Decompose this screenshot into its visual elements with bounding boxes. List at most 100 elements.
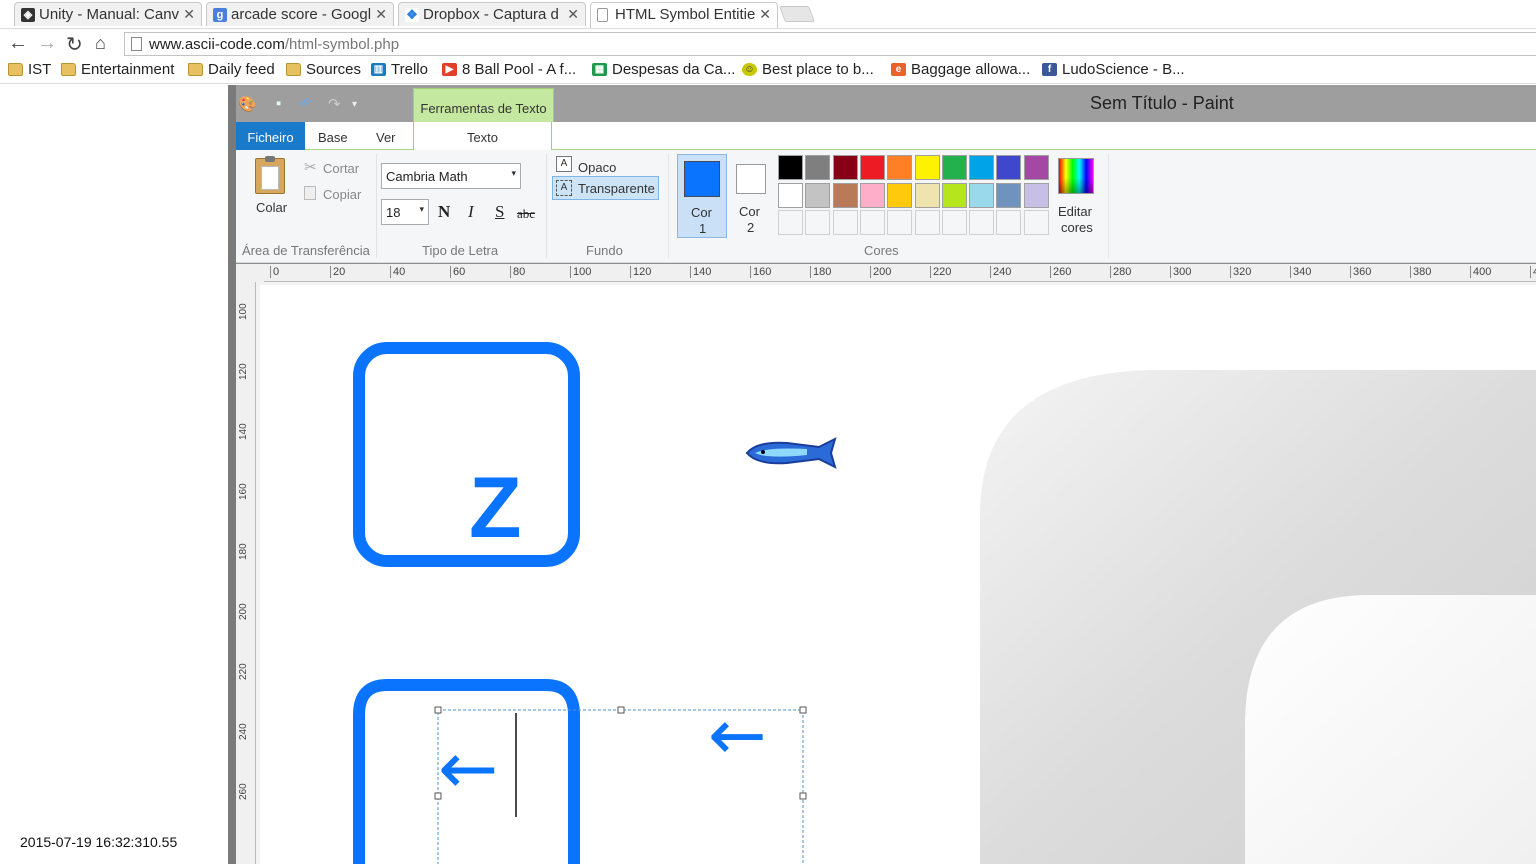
reload-icon[interactable]: ↻ [66, 32, 83, 57]
undo-icon[interactable]: ↶ [300, 95, 313, 113]
color2-button[interactable]: Cor 2 [731, 154, 771, 238]
vertical-ruler: 100 120 140 160 180 200 220 240 260 [236, 282, 256, 864]
transparent-option[interactable]: A Transparente [552, 176, 659, 200]
bookmark-ludoscience[interactable]: f LudoScience - B... [1042, 61, 1185, 78]
palette-swatch[interactable] [859, 210, 885, 235]
bookmark-baggage[interactable]: e Baggage allowa... [891, 61, 1030, 78]
palette-swatch[interactable] [914, 155, 940, 180]
palette-swatch[interactable] [832, 182, 858, 208]
palette-swatch[interactable] [969, 210, 995, 235]
google-icon: g [213, 8, 227, 22]
palette-swatch[interactable] [969, 182, 995, 208]
forward-icon[interactable]: → [37, 32, 57, 55]
palette-swatch[interactable] [996, 210, 1022, 235]
palette-swatch[interactable] [996, 155, 1022, 180]
tab-home[interactable]: Base [318, 122, 348, 150]
bookmark-best-place[interactable]: ☺ Best place to b... [742, 61, 874, 78]
palette-swatch[interactable] [859, 182, 885, 208]
bold-button[interactable]: N [438, 202, 450, 222]
bookmark-despesas[interactable]: ▦ Despesas da Ca... [592, 61, 735, 78]
bookmark-trello[interactable]: ▥ Trello [371, 61, 428, 78]
palette-swatch[interactable] [778, 155, 803, 180]
arrow-left-glyph: ← [438, 726, 498, 810]
palette-swatch[interactable] [941, 210, 967, 235]
tab-view[interactable]: Ver [376, 122, 396, 150]
browser-tab-google[interactable]: g arcade score - Googl ✕ [206, 2, 394, 26]
palette-swatch[interactable] [1023, 210, 1049, 235]
browser-tab-unity[interactable]: ◈ Unity - Manual: Canv ✕ [14, 2, 202, 26]
palette-swatch[interactable] [887, 155, 913, 180]
bookmark-sources[interactable]: Sources [286, 61, 361, 78]
folder-icon [8, 63, 23, 76]
canvas-drawing: Z ← ← [353, 342, 1536, 864]
paint-app-icon[interactable]: 🎨 [238, 95, 257, 113]
palette-swatch[interactable] [805, 182, 831, 208]
new-tab-button[interactable] [779, 6, 815, 22]
close-tab-icon[interactable]: ✕ [375, 6, 387, 23]
bookmark-entertainment[interactable]: Entertainment [61, 61, 174, 78]
palette-swatch[interactable] [941, 155, 967, 180]
drawing-canvas[interactable]: Z ← ← [260, 285, 1536, 864]
close-tab-icon[interactable]: ✕ [759, 6, 771, 23]
close-tab-icon[interactable]: ✕ [567, 6, 579, 23]
ruler-tick-label: 100 [238, 303, 249, 320]
bookmark-daily-feed[interactable]: Daily feed [188, 61, 275, 78]
palette-swatch[interactable] [887, 182, 913, 208]
paint-titlebar: 🎨 ▪ ↶ ↷ ▾ Ferramentas de Texto Sem Títul… [236, 85, 1536, 122]
paste-button[interactable]: Colar [250, 154, 294, 218]
palette-swatch[interactable] [805, 155, 831, 180]
ruler-tick-label: 400 [1470, 266, 1491, 278]
browser-tab-html-symbols[interactable]: HTML Symbol Entitie ✕ [590, 2, 778, 28]
back-icon[interactable]: ← [8, 32, 28, 55]
palette-swatch[interactable] [832, 155, 858, 180]
color1-swatch [684, 161, 720, 197]
text-tools-context-tab: Ferramentas de Texto [413, 88, 554, 122]
facebook-icon: f [1042, 63, 1057, 76]
save-icon[interactable]: ▪ [276, 95, 281, 112]
qat-dropdown-icon[interactable]: ▾ [352, 99, 357, 110]
address-bar[interactable]: www.ascii-code.com/html-symbol.php [124, 32, 1536, 56]
palette-swatch[interactable] [914, 210, 940, 235]
palette-swatch[interactable] [778, 210, 803, 235]
page-icon [131, 37, 142, 51]
palette-swatch[interactable] [941, 182, 967, 208]
color1-button[interactable]: Cor 1 [677, 154, 727, 238]
home-icon[interactable]: ⌂ [95, 33, 106, 54]
chevron-down-icon: ▾ [419, 204, 424, 214]
redo-icon[interactable]: ↷ [328, 95, 341, 113]
strikethrough-button[interactable]: abc [517, 206, 535, 222]
italic-button[interactable]: I [468, 202, 474, 222]
opaque-option[interactable]: Opaco [578, 160, 616, 175]
ruler-corner [236, 264, 264, 282]
ruler-tick-label: 120 [238, 363, 249, 380]
palette-swatch[interactable] [859, 155, 885, 180]
tab-text[interactable]: Texto [413, 122, 552, 151]
palette-swatch[interactable] [914, 182, 940, 208]
cut-icon: ✂ [304, 159, 317, 176]
cut-button[interactable]: Cortar [323, 161, 359, 176]
palette-swatch[interactable] [969, 155, 995, 180]
browser-tabstrip: ◈ Unity - Manual: Canv ✕ g arcade score … [0, 0, 1536, 28]
chevron-down-icon: ▾ [511, 168, 516, 178]
palette-swatch[interactable] [778, 182, 803, 208]
palette-swatch[interactable] [805, 210, 831, 235]
ruler-tick-label: 160 [750, 266, 771, 278]
edit-colors-button[interactable]: Editar cores [1046, 154, 1106, 238]
palette-swatch[interactable] [996, 182, 1022, 208]
underline-button[interactable]: S [495, 202, 504, 222]
tab-file[interactable]: Ficheiro [236, 122, 305, 150]
font-family-select[interactable]: Cambria Math ▾ [381, 163, 521, 189]
palette-swatch[interactable] [1023, 155, 1049, 180]
bookmark-ist[interactable]: IST [8, 61, 51, 78]
palette-swatch[interactable] [887, 210, 913, 235]
ruler-tick-label: 100 [570, 266, 591, 278]
bookmark-8-ball-pool[interactable]: ▶ 8 Ball Pool - A f... [442, 61, 576, 78]
browser-tab-dropbox[interactable]: ❖ Dropbox - Captura d ✕ [398, 2, 586, 26]
rainbow-icon [1058, 158, 1094, 194]
font-size-select[interactable]: 18 ▾ [381, 199, 429, 225]
palette-swatch[interactable] [832, 210, 858, 235]
palette-swatch[interactable] [1023, 182, 1049, 208]
ribbon: Colar ✂ Cortar Copiar Área de Transferên… [236, 150, 1536, 263]
close-tab-icon[interactable]: ✕ [183, 6, 195, 23]
copy-button[interactable]: Copiar [323, 187, 361, 202]
